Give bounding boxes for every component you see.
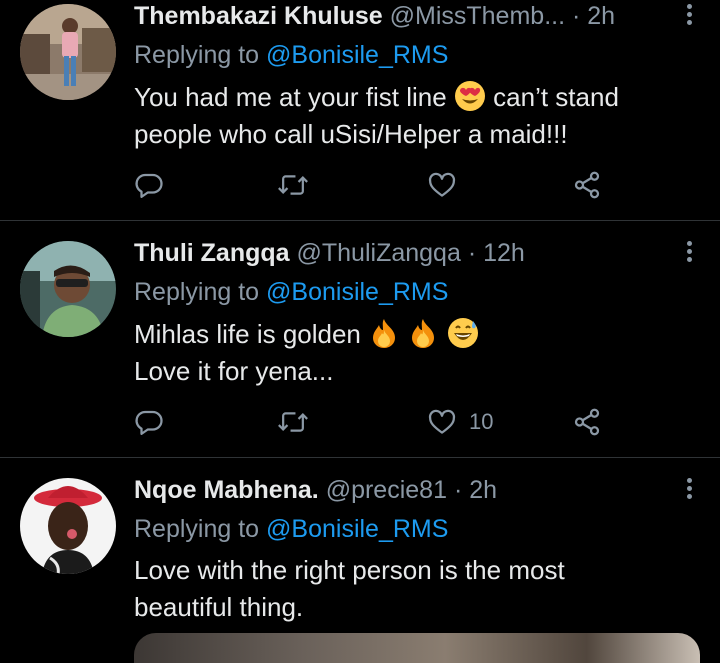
separator-dot: · [453,476,463,504]
avatar[interactable] [20,241,116,337]
share-button[interactable] [572,169,602,201]
replying-prefix: Replying to [134,278,267,306]
tweet-3[interactable]: Nqoe Mabhena. @precie81 · 2h Replying to… [0,458,720,647]
retweet-button[interactable] [277,406,309,438]
like-icon [428,409,456,434]
replying-prefix: Replying to [134,515,267,543]
tweet-text-part: Mihlas life is golden [134,319,361,349]
author-name[interactable]: Thuli Zangqa [134,239,290,267]
replying-to: Replying to @Bonisile_RMS [134,276,448,308]
tweet-text: You had me at your fist line can’t stand [134,79,619,115]
like-count: 10 [469,409,494,434]
tweet-time[interactable]: 2h [587,2,615,30]
tweet-text: Mihlas life is golden [134,316,479,352]
like-button[interactable]: 10 [427,406,493,438]
avatar[interactable] [20,478,116,574]
replying-to: Replying to @Bonisile_RMS [134,39,448,71]
reply-icon [135,410,163,435]
reply-button[interactable] [134,169,164,201]
tweet-time[interactable]: 2h [469,476,497,504]
grinning-sweat-emoji [447,318,478,348]
avatar[interactable] [20,4,116,100]
mention-link[interactable]: @Bonisile_RMS [266,41,448,69]
share-button[interactable] [572,406,602,438]
like-icon [428,172,456,197]
tweet-text-line: Love with the right person is the most [134,555,565,585]
fire-emoji [412,319,435,348]
tweet-text-part: can’t stand [493,82,619,112]
author-handle[interactable]: @ThuliZangqa [297,239,461,267]
tweet-text-line: people who call uSisi/Helper a maid!!! [134,119,568,149]
author-name[interactable]: Nqoe Mabhena. [134,476,319,504]
retweet-icon [278,412,308,432]
tweet-media-image[interactable] [134,633,700,663]
separator-dot: · [467,239,477,267]
tweet-time[interactable]: 12h [483,239,525,267]
tweet-header: Nqoe Mabhena. @precie81 · 2h [134,474,497,506]
more-options-icon[interactable] [686,478,694,502]
author-handle[interactable]: @precie81 [326,476,447,504]
more-options-icon[interactable] [686,4,694,28]
tweet-header: Thuli Zangqa @ThuliZangqa · 12h [134,237,525,269]
share-icon [574,408,600,436]
more-options-icon[interactable] [686,241,694,265]
like-button[interactable] [427,169,469,201]
tweet-text-line: Love it for yena... [134,356,334,386]
avatar-photo [20,4,116,100]
fire-emoji [373,319,396,348]
tweet-header: Thembakazi Khuluse @MissThemb... · 2h [134,0,615,32]
author-name[interactable]: Thembakazi Khuluse [134,2,383,30]
author-handle[interactable]: @MissThemb... [390,2,565,30]
heart-eyes-emoji [454,81,485,111]
avatar-photo [20,478,116,574]
tweet-actions [134,169,634,201]
reply-button[interactable] [134,406,164,438]
reply-icon [135,173,163,198]
tweet-actions: 10 [134,406,634,438]
retweet-icon [278,175,308,195]
avatar-photo [20,241,116,337]
tweet-2[interactable]: Thuli Zangqa @ThuliZangqa · 12h Replying… [0,221,720,457]
tweet-1[interactable]: Thembakazi Khuluse @MissThemb... · 2h Re… [0,0,720,220]
share-icon [574,171,600,199]
tweet-text-part: You had me at your fist line [134,82,447,112]
replying-to: Replying to @Bonisile_RMS [134,513,448,545]
mention-link[interactable]: @Bonisile_RMS [266,515,448,543]
mention-link[interactable]: @Bonisile_RMS [266,278,448,306]
replying-prefix: Replying to [134,41,267,69]
tweet-text-line: beautiful thing. [134,592,304,622]
retweet-button[interactable] [277,169,309,201]
separator-dot: · [571,2,581,30]
